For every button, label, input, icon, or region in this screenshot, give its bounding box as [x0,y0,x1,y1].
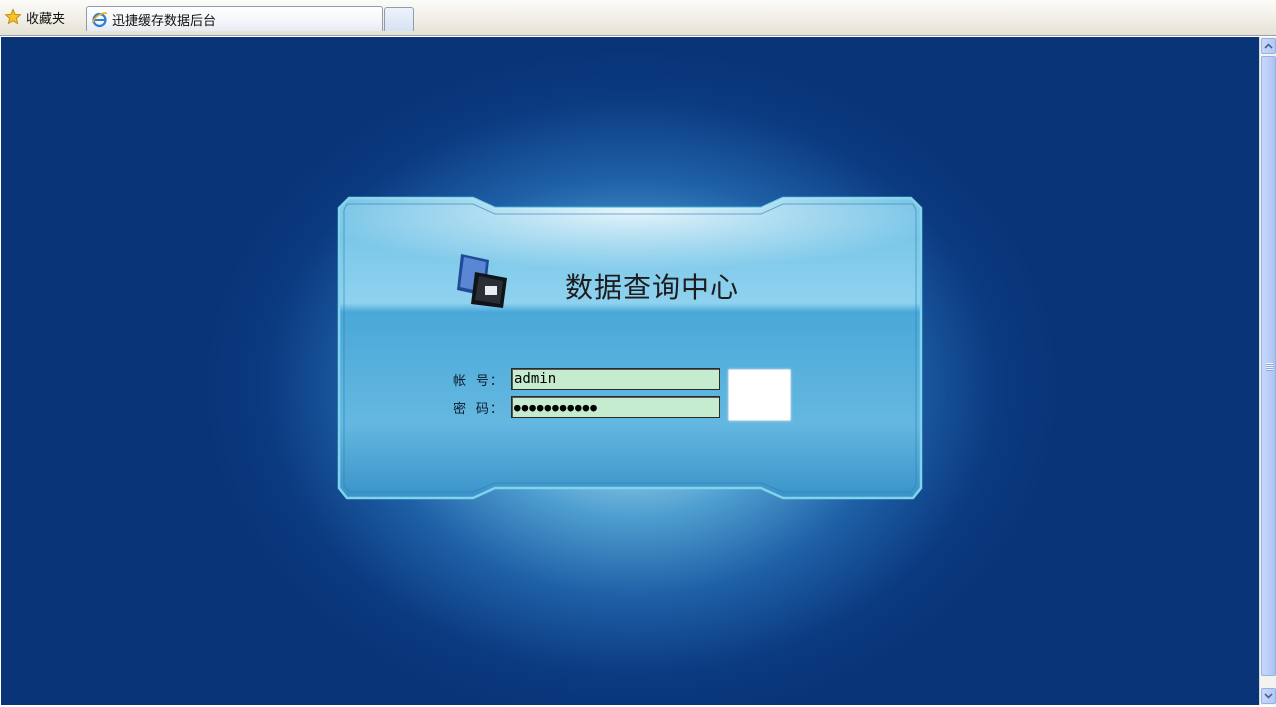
chevron-down-icon [1264,693,1273,699]
tab-title: 迅捷缓存数据后台 [112,13,217,29]
password-input[interactable]: ●●●●●●●●●●● [511,396,720,418]
page-title: 数据查询中心 [565,271,740,304]
login-button[interactable] [728,369,791,421]
scrollbar-grip [1266,363,1273,371]
username-label: 帐 号： [453,373,504,389]
login-panel-frame [337,196,923,500]
username-row: 帐 号： admin [453,368,720,390]
new-tab-button[interactable] [384,7,414,31]
password-row: 密 码： ●●●●●●●●●●● [453,396,720,418]
vertical-scrollbar[interactable] [1259,37,1276,705]
chevron-up-icon [1264,43,1273,49]
favorites-label: 收藏夹 [26,11,66,27]
password-label: 密 码： [453,401,504,417]
monitor-logo-icon [457,254,507,308]
scroll-up-button[interactable] [1261,38,1276,54]
scrollbar-thumb[interactable] [1261,56,1276,676]
scroll-down-button[interactable] [1261,688,1276,704]
browser-toolbar: 收藏夹 迅捷缓存数据后台 [0,0,1276,36]
star-icon [4,8,22,25]
favorites-button[interactable]: 收藏夹 [4,6,84,28]
ie-logo-icon [91,11,108,27]
login-panel: 数据查询中心 帐 号： admin 密 码： ●●●●●●●●●●● [337,196,924,502]
username-input[interactable]: admin [511,368,720,390]
browser-tab-active[interactable]: 迅捷缓存数据后台 [86,6,383,31]
